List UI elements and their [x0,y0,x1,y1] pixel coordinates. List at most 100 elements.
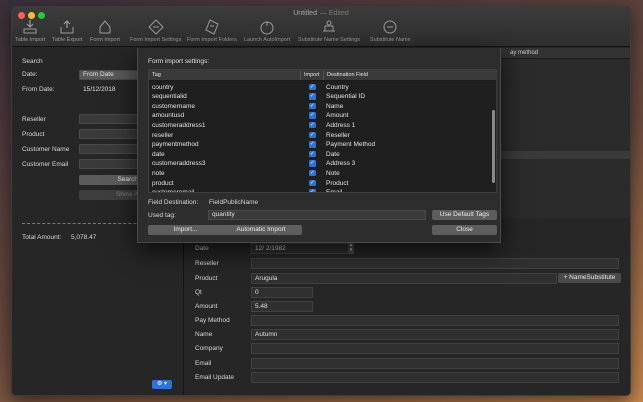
search-heading: Search [22,58,43,65]
row-destination: Reseller [326,131,350,139]
row-destination: Payment Method [326,141,376,149]
table-row[interactable]: paymentmethod ✓ Payment Method [149,140,489,150]
row-tag: customeremail [152,189,195,193]
detail-email-update-field[interactable] [251,372,619,383]
edited-indicator: — Edited [319,10,349,17]
table-row[interactable]: date ✓ Date [149,150,489,160]
row-tag: date [152,150,165,158]
customer-name-search-field[interactable] [79,144,139,154]
detail-company-label: Company [195,345,223,352]
import-checkbox[interactable]: ✓ [309,102,316,110]
toolbar-label: Form Import Settings [130,37,182,43]
import-checkbox[interactable]: ✓ [309,93,316,100]
column-tag[interactable]: Tag [152,72,161,78]
column-import[interactable]: Import [304,72,320,78]
detail-product-field[interactable]: Arugula [251,273,557,284]
substitute-name-icon [382,19,398,35]
import-checkbox[interactable]: ✓ [309,131,316,138]
import-checkbox[interactable]: ✓ [309,189,316,192]
import-checkbox[interactable]: ✓ [309,179,316,186]
close-button[interactable]: Close [432,225,497,235]
column-pay-method[interactable]: ay method [510,50,538,56]
table-export-icon [59,19,75,35]
detail-reseller-field[interactable] [251,258,619,269]
from-date-field[interactable]: 15/12/2018 [79,85,139,95]
show-all-button[interactable]: Show A [79,190,141,200]
table-row[interactable]: customeremail ✓ Email [149,188,489,193]
row-tag: paymentmethod [152,141,199,149]
scroll-thumb[interactable] [492,110,495,183]
toolbar-table-export[interactable]: Table Export [52,19,83,43]
row-tag: customername [152,102,195,110]
table-row[interactable]: reseller ✓ Reseller [149,131,489,141]
used-tag-field[interactable]: quantity [208,210,426,220]
automatic-import-button[interactable]: Automatic Import [220,225,302,235]
detail-pay-method-field[interactable] [251,315,619,326]
column-destination[interactable]: Destination Field [327,72,368,78]
product-search-field[interactable] [79,129,139,139]
detail-qt-field[interactable]: 0 [251,287,313,298]
row-destination: Email [326,189,343,193]
row-tag: product [152,179,174,187]
name-substitute-button[interactable]: + NameSubstitute [558,273,621,283]
row-tag: customeraddress1 [152,121,206,129]
reseller-search-field[interactable] [79,114,139,124]
column-separator [300,71,301,80]
detail-email-field[interactable] [251,358,619,369]
gear-icon: ⚙ [156,381,163,387]
customer-email-search-field[interactable] [79,159,139,169]
toolbar-form-import[interactable]: Form Import [90,19,120,43]
settings-menu-button[interactable]: ⚙ ▾ [152,380,172,389]
toolbar-launch-autoimport[interactable]: Launch AutoImport [244,19,290,43]
table-row[interactable]: country ✓ Country [149,83,489,93]
customer-email-label: Customer Email [22,161,69,168]
form-import-settings-sheet: Form import settings: Tag Import Destina… [137,48,501,243]
date-mode-select[interactable]: From Date [79,70,139,80]
row-destination: Sequential ID [326,93,366,101]
total-amount-value: 5,078.47 [71,234,97,241]
toolbar-form-import-settings[interactable]: Form Import Settings [130,19,181,43]
search-button[interactable]: Search [79,175,141,185]
toolbar-substitute-name[interactable]: Substitute Name [370,19,411,43]
detail-amount-field[interactable]: 5.48 [251,301,313,312]
detail-email-label: Email [195,360,212,367]
row-destination: Product [326,179,349,187]
use-default-tags-button[interactable]: Use Default Tags [432,210,497,220]
table-row[interactable]: customername ✓ Name [149,102,489,112]
table-row[interactable]: amountusd ✓ Amount [149,111,489,121]
table-row[interactable]: customeraddress1 ✓ Address 1 [149,121,489,131]
table-row[interactable]: sequentialid ✓ Sequential ID [149,92,489,102]
form-import-folders-icon [204,19,220,35]
toolbar-label: Substitute Name [370,37,411,43]
toolbar-form-import-folders[interactable]: Form Import Folders [187,19,237,43]
table-row[interactable]: product ✓ Product [149,179,489,189]
toolbar-substitute-name-settings[interactable]: Substitute Name Settings [298,19,360,43]
detail-company-field[interactable] [251,343,619,354]
customer-name-label: Customer Name [22,146,70,153]
detail-name-field[interactable]: Autumn [251,329,619,340]
import-checkbox[interactable]: ✓ [309,169,316,177]
toolbar-table-import[interactable]: Table Import [15,19,45,43]
import-button[interactable]: Import... [148,225,223,235]
table-scrollbar[interactable] [492,82,496,192]
field-destination-value: FieldPublicName [209,199,259,206]
detail-email-update-label: Email Update [195,374,235,381]
toolbar-label: Table Export [52,37,83,43]
reseller-label: Reseller [22,116,46,123]
import-checkbox[interactable]: ✓ [309,112,316,119]
import-checkbox[interactable]: ✓ [309,141,316,148]
import-checkbox[interactable]: ✓ [309,83,316,90]
date-stepper[interactable]: ▴ ▾ [348,243,354,254]
detail-qt-label: Qt [195,289,202,296]
sheet-title: Form import settings: [148,58,210,65]
detail-date-label: Date [195,245,209,252]
app-window: Untitled — Edited Table Import Table Expo… [11,6,631,396]
table-row[interactable]: customeraddress3 ✓ Address 3 [149,159,489,169]
import-checkbox[interactable]: ✓ [309,121,316,129]
row-destination: Address 1 [326,121,356,129]
table-row[interactable]: note ✓ Note [149,169,489,179]
import-checkbox[interactable]: ✓ [309,160,316,167]
import-checkbox[interactable]: ✓ [309,150,316,158]
detail-date-field[interactable]: 12/ 2/1982 [251,243,351,254]
substitute-name-settings-icon [321,19,337,35]
